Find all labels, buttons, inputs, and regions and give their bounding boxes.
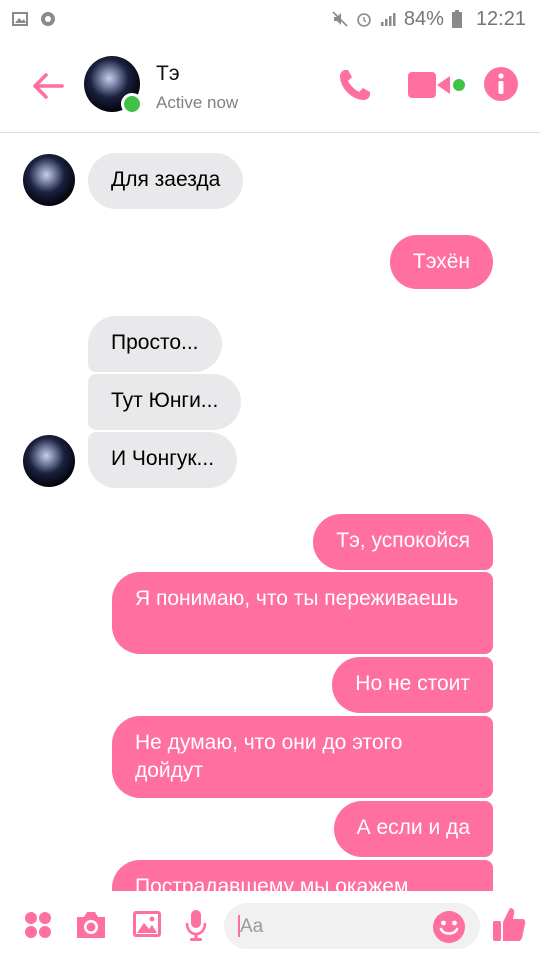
outgoing-message[interactable]: Не думаю, что они до этого дойдут: [112, 716, 493, 798]
outgoing-message[interactable]: Я понимаю, что ты переживаешь: [112, 572, 493, 654]
outgoing-message[interactable]: А если и да: [333, 801, 493, 857]
battery-percent: 84%: [403, 7, 444, 30]
microphone-icon[interactable]: [184, 908, 208, 942]
incoming-message[interactable]: Тут Юнги...: [88, 374, 242, 430]
incoming-message[interactable]: Для заезда: [88, 153, 244, 209]
message-list[interactable]: Для заезда Тэхён Просто... Тут Юнги... И…: [0, 133, 540, 891]
clock: 12:21: [475, 7, 526, 30]
outgoing-message[interactable]: Тэхён: [389, 235, 493, 289]
phone-icon[interactable]: [336, 66, 374, 104]
contact-avatar[interactable]: [84, 56, 143, 115]
alarm-icon: [357, 13, 371, 27]
emoji-icon[interactable]: [432, 910, 466, 944]
video-camera-icon[interactable]: [406, 70, 468, 100]
settings-notification-icon: [41, 12, 55, 26]
message-input[interactable]: [238, 903, 422, 951]
outgoing-message[interactable]: Тэ, успокойся: [313, 514, 493, 570]
grid-dots-icon[interactable]: [24, 911, 52, 939]
online-indicator: [121, 93, 143, 115]
contact-name[interactable]: Тэ: [156, 62, 180, 86]
contact-status: Active now: [156, 93, 239, 112]
mute-icon: [332, 11, 348, 27]
image-notification-icon: [12, 12, 28, 26]
composer-bar: [0, 891, 540, 960]
back-arrow-icon[interactable]: [28, 66, 68, 106]
contact-avatar-small: [23, 435, 75, 487]
message-input-container[interactable]: [224, 903, 480, 951]
incoming-message[interactable]: И Чонгук...: [88, 432, 238, 488]
contact-avatar-small: [23, 154, 75, 206]
signal-icon: [380, 13, 396, 26]
outgoing-message[interactable]: Пострадавшему мы окажем: [112, 860, 493, 891]
conversation-header: Тэ Active now: [0, 38, 540, 133]
status-bar: 84% 12:21: [0, 0, 540, 38]
incoming-message[interactable]: Просто...: [88, 316, 222, 372]
battery-icon: [451, 10, 462, 28]
thumbs-up-icon[interactable]: [491, 905, 527, 943]
outgoing-message[interactable]: Но не стоит: [332, 657, 493, 713]
camera-icon[interactable]: [74, 910, 108, 940]
info-icon[interactable]: [483, 66, 519, 102]
image-icon[interactable]: [131, 909, 163, 939]
